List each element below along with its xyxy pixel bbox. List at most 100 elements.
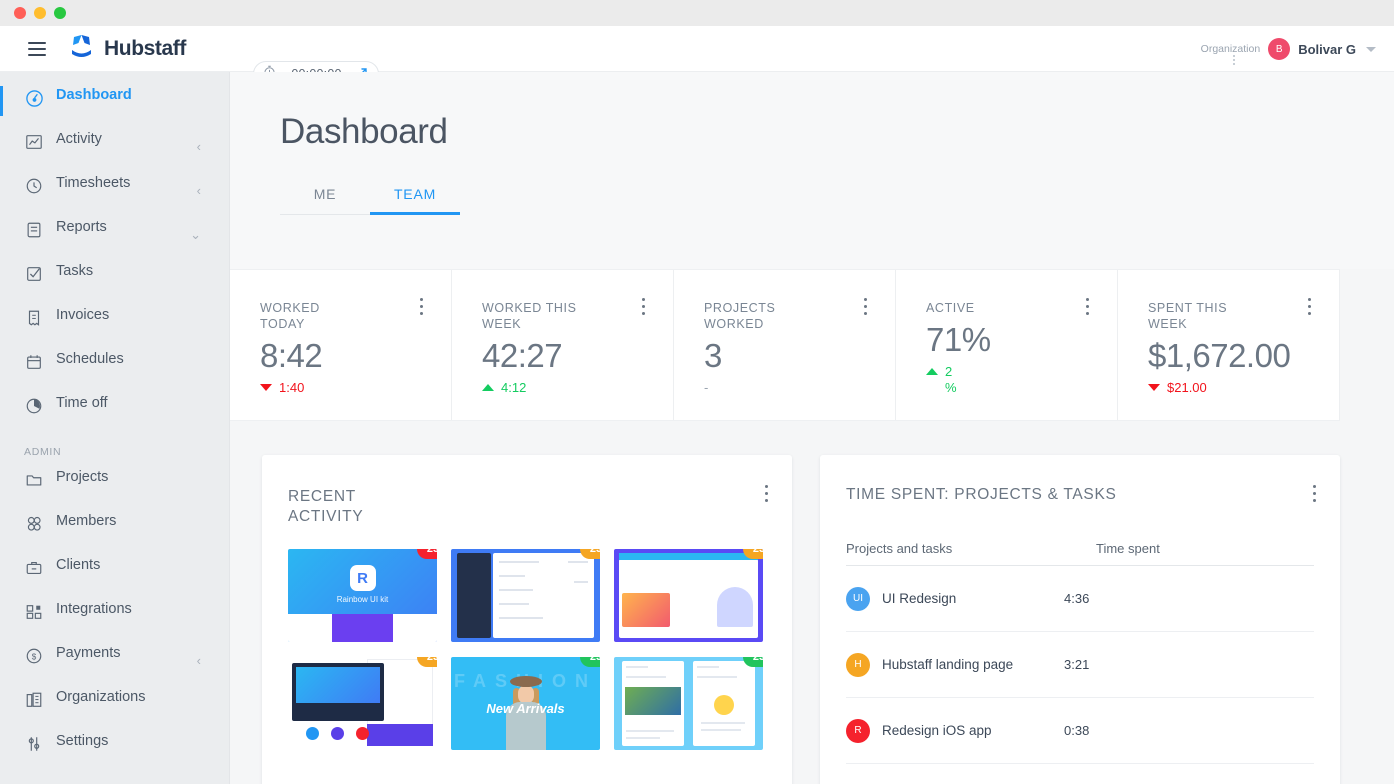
stat-delta: 2 % xyxy=(926,364,1117,396)
brand-logo[interactable]: Hubstaff xyxy=(68,34,186,64)
hubstaff-logo-icon xyxy=(68,34,95,64)
recent-activity-card: RECENT ACTIVITY R Rainbow UI kit 25 xyxy=(262,455,792,784)
sidebar-item-label: Time off xyxy=(56,395,120,411)
stat-delta-value: $21.00 xyxy=(1167,380,1219,396)
activity-thumbnail[interactable]: R Rainbow UI kit 25 xyxy=(288,549,437,642)
clock-icon xyxy=(24,176,44,196)
integrations-icon xyxy=(24,602,44,622)
sidebar-item-timesheets[interactable]: Timesheets ‹ xyxy=(0,170,229,214)
sidebar-item-time-off[interactable]: Time off xyxy=(0,390,229,434)
stat-value: $1,672.00 xyxy=(1148,336,1339,376)
table-row[interactable]: R Redesign iOS app 0:38 xyxy=(846,698,1314,764)
activity-thumbnail[interactable]: FASHION New Arrivals 25 xyxy=(451,657,600,750)
recent-activity-title: RECENT ACTIVITY xyxy=(288,487,408,527)
time-spent-table-header: Projects and tasks Time spent xyxy=(846,541,1314,566)
sidebar-item-settings[interactable]: Settings xyxy=(0,728,229,772)
kebab-menu-icon[interactable] xyxy=(765,485,768,502)
project-name: UI Redesign xyxy=(882,591,1064,606)
sidebar-item-invoices[interactable]: Invoices xyxy=(0,302,229,346)
stat-delta-value: 1:40 xyxy=(279,380,293,396)
sidebar-item-label: Organizations xyxy=(56,689,120,705)
activity-thumbnail[interactable]: 25 xyxy=(451,549,600,642)
folder-icon xyxy=(24,470,44,490)
tab-me[interactable]: ME xyxy=(280,186,370,214)
avatar[interactable]: B xyxy=(1268,38,1290,60)
main-content: Dashboard ME TEAM WORKED TODAY 8:42 1:40… xyxy=(230,72,1394,784)
table-row[interactable]: UI UI Redesign 4:36 xyxy=(846,566,1314,632)
briefcase-icon xyxy=(24,558,44,578)
chevron-down-icon[interactable]: ⌄ xyxy=(190,227,201,243)
column-header-time: Time spent xyxy=(1096,541,1314,557)
recent-activity-grid: R Rainbow UI kit 25 xyxy=(288,549,766,750)
org-dots-icon xyxy=(1233,55,1235,65)
sidebar-item-label: Settings xyxy=(56,733,120,749)
sidebar-item-tasks[interactable]: Tasks xyxy=(0,258,229,302)
page-header: Dashboard ME TEAM xyxy=(230,72,1394,269)
stat-value: 42:27 xyxy=(482,336,673,376)
window-close-button[interactable] xyxy=(14,7,26,19)
project-name: Redesign iOS app xyxy=(882,723,1064,738)
stat-card-projects-worked: PROJECTS WORKED 3 - xyxy=(674,270,896,420)
triangle-down-icon xyxy=(1148,384,1160,391)
kebab-menu-icon[interactable] xyxy=(1086,298,1089,315)
activity-badge: 25 xyxy=(580,657,600,667)
sidebar-item-label: Projects xyxy=(56,469,120,485)
kebab-menu-icon[interactable] xyxy=(642,298,645,315)
activity-thumbnail[interactable]: 25 xyxy=(614,549,763,642)
table-row[interactable]: H Hubstaff landing page 3:21 xyxy=(846,632,1314,698)
stat-card-spent-this-week: SPENT THIS WEEK $1,672.00 $21.00 xyxy=(1118,270,1340,420)
chevron-down-icon[interactable] xyxy=(1366,47,1376,52)
project-avatar: R xyxy=(846,719,870,743)
sidebar-item-clients[interactable]: Clients xyxy=(0,552,229,596)
tab-team[interactable]: TEAM xyxy=(370,186,460,214)
thumbnail-art xyxy=(619,553,758,560)
sidebar-item-dashboard[interactable]: Dashboard xyxy=(0,82,229,126)
activity-thumbnail[interactable]: 25 xyxy=(614,657,763,750)
sidebar-item-activity[interactable]: Activity ‹ xyxy=(0,126,229,170)
people-icon xyxy=(24,514,44,534)
report-icon xyxy=(24,220,44,240)
stat-value: 71% xyxy=(926,320,1117,360)
sidebar-item-projects[interactable]: Projects xyxy=(0,464,229,508)
sidebar-item-label: Dashboard xyxy=(56,87,120,103)
sidebar-item-payments[interactable]: $ Payments ‹ xyxy=(0,640,229,684)
brand-name: Hubstaff xyxy=(104,37,186,61)
sidebar-item-members[interactable]: Members xyxy=(0,508,229,552)
building-icon xyxy=(24,690,44,710)
stat-delta: - xyxy=(704,380,895,396)
chevron-left-icon[interactable]: ‹ xyxy=(197,183,201,198)
thumbnail-art xyxy=(356,727,369,740)
kebab-menu-icon[interactable] xyxy=(1308,298,1311,315)
organization-user-menu[interactable]: Organization B Bolivar G xyxy=(1201,26,1376,72)
kebab-menu-icon[interactable] xyxy=(420,298,423,315)
hamburger-icon[interactable] xyxy=(28,42,46,56)
user-name: Bolivar G xyxy=(1298,42,1356,57)
kebab-menu-icon[interactable] xyxy=(864,298,867,315)
thumbnail-art xyxy=(693,661,755,746)
activity-badge: 25 xyxy=(417,549,437,559)
dashboard-tabs: ME TEAM xyxy=(280,186,460,215)
chevron-left-icon[interactable]: ‹ xyxy=(197,139,201,154)
thumbnail-caption: Rainbow UI kit xyxy=(288,595,437,604)
stat-value: 3 xyxy=(704,336,895,376)
app-header: Hubstaff 00:00:00 Organization B Bolivar… xyxy=(0,26,1394,72)
sidebar-section-admin: ADMIN xyxy=(0,434,229,464)
project-time: 4:36 xyxy=(1064,591,1132,606)
sidebar-item-label: Invoices xyxy=(56,307,120,323)
stat-value: 8:42 xyxy=(260,336,451,376)
window-maximize-button[interactable] xyxy=(54,7,66,19)
dashboard-icon xyxy=(24,88,44,108)
activity-chart-icon xyxy=(24,132,44,152)
thumbnail-art xyxy=(622,661,684,746)
stats-strip: WORKED TODAY 8:42 1:40 WORKED THIS WEEK … xyxy=(230,269,1340,421)
thumbnail-art xyxy=(367,724,433,746)
chevron-left-icon[interactable]: ‹ xyxy=(197,653,201,668)
activity-thumbnail[interactable]: 25 xyxy=(288,657,437,750)
window-minimize-button[interactable] xyxy=(34,7,46,19)
sidebar-item-schedules[interactable]: Schedules xyxy=(0,346,229,390)
sidebar-item-organizations[interactable]: Organizations xyxy=(0,684,229,728)
sidebar-item-reports[interactable]: Reports ⌄ xyxy=(0,214,229,258)
sidebar-item-integrations[interactable]: Integrations xyxy=(0,596,229,640)
stat-delta-value: 2 % xyxy=(945,364,959,396)
kebab-menu-icon[interactable] xyxy=(1313,485,1316,502)
